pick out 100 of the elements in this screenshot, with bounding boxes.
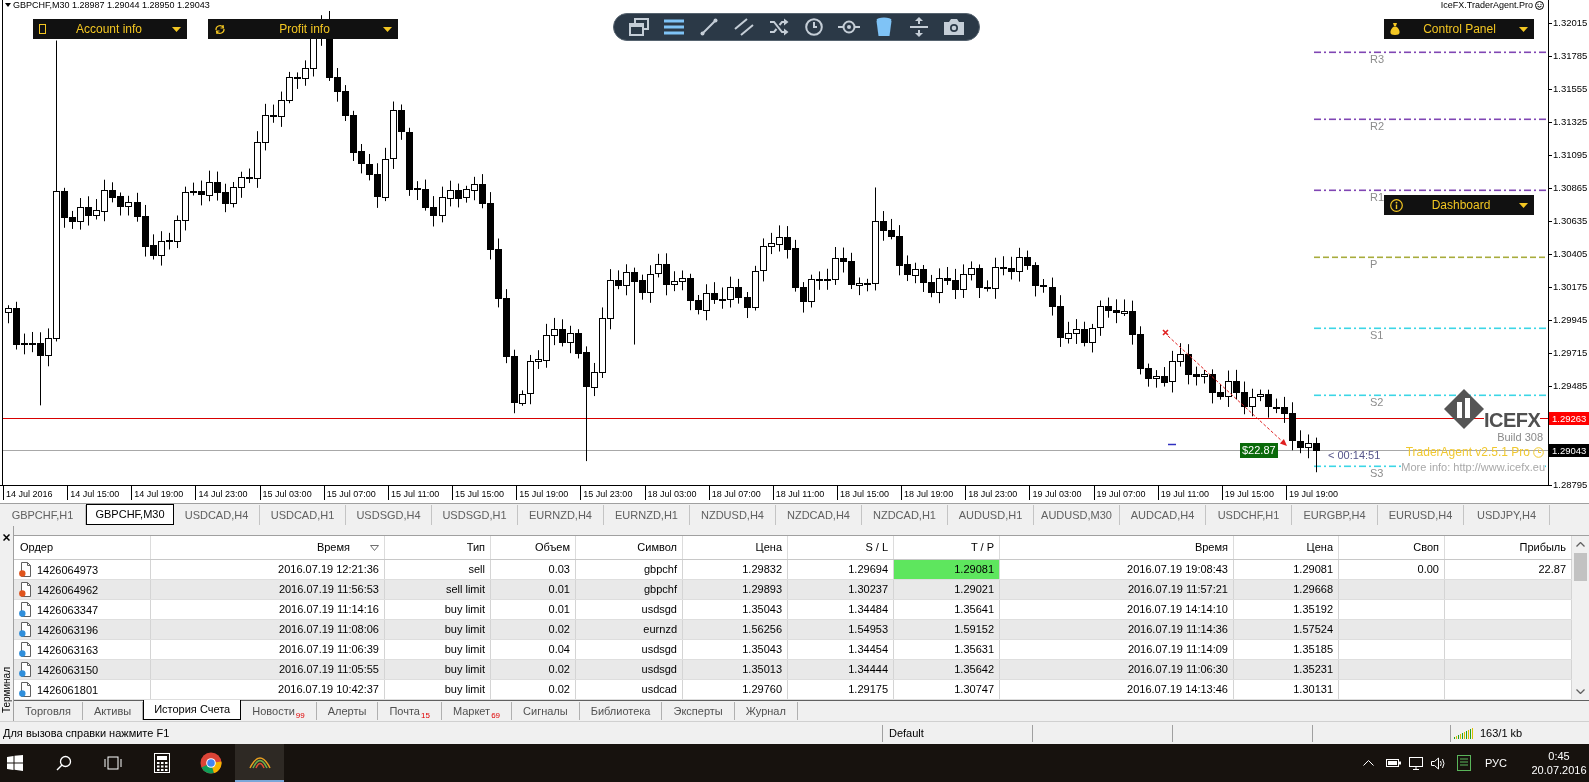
terminal-tab[interactable]: Сигналы xyxy=(512,702,580,720)
table-cell: 2016.07.19 19:08:43 xyxy=(1000,560,1234,579)
table-cell: 1.29175 xyxy=(788,680,894,699)
table-cell: 1426063347 xyxy=(37,602,99,617)
monitor-icon[interactable] xyxy=(1408,756,1423,770)
table-cell: 1.35043 xyxy=(683,600,788,619)
column-header[interactable]: S / L xyxy=(788,536,894,559)
table-cell: 1.30131 xyxy=(1234,680,1339,699)
caret-down-icon xyxy=(1519,26,1528,32)
symbol-tab[interactable]: NZDUSD,H4 xyxy=(690,505,776,525)
column-header[interactable]: Цена xyxy=(1234,536,1339,559)
table-row[interactable]: 1426063150 2016.07.19 11:05:55 buy limit 0.02 usdsgd 1.35013 1.34444 1.35642 2016.07.19 11:06:30 1.35231 xyxy=(14,660,1572,680)
build-label: Build 308 xyxy=(1497,431,1543,443)
terminal-tab[interactable]: Алерты xyxy=(316,702,379,720)
symbol-tab[interactable]: USDCAD,H4 xyxy=(174,505,260,525)
toolbar-button[interactable] xyxy=(626,16,652,38)
table-row[interactable]: 1426064973 2016.07.19 12:21:36 sell 0.03 gbpchf 1.29832 1.29694 1.29081 2016.07.19 19:08:43 1.29081 0.00 22.87 xyxy=(14,560,1572,580)
symbol-tab[interactable]: NZDCAD,H1 xyxy=(862,505,948,525)
table-row[interactable]: 1426063163 2016.07.19 11:06:39 buy limit 0.04 usdsgd 1.35043 1.34454 1.35631 2016.07.19 11:14:09 1.35185 xyxy=(14,640,1572,660)
symbol-tab[interactable]: AUDUSD,M30 xyxy=(1034,505,1120,525)
table-cell: 1.34454 xyxy=(788,640,894,659)
start-icon[interactable] xyxy=(7,755,23,771)
symbol-tab[interactable]: AUDUSD,H1 xyxy=(948,505,1034,525)
symbol-tab[interactable]: EURNZD,H4 xyxy=(518,505,604,525)
column-header[interactable]: Символ xyxy=(576,536,683,559)
column-header[interactable]: Время xyxy=(151,536,385,559)
column-header[interactable]: Время xyxy=(1000,536,1234,559)
symbol-tab[interactable]: EURUSD,H4 xyxy=(1378,505,1464,525)
dash-marker-icon xyxy=(1167,443,1177,446)
table-cell: 1426063163 xyxy=(37,642,99,657)
symbol-tab[interactable]: USDSGD,H4 xyxy=(346,505,432,525)
column-header[interactable]: Ордер xyxy=(14,536,151,559)
panel-dropdown[interactable]: Dashboard xyxy=(1384,195,1534,215)
symbol-tab[interactable]: AUDCAD,H4 xyxy=(1120,505,1206,525)
pivot-label: S1 xyxy=(1370,329,1384,341)
table-row[interactable]: 1426064962 2016.07.19 11:56:53 sell limit 0.01 gbpchf 1.29893 1.30237 1.29021 2016.07.19 11:57:21 1.29668 xyxy=(14,580,1572,600)
terminal-tab[interactable]: История Счета xyxy=(143,700,242,720)
clock-area[interactable]: 0:45 20.07.2016 xyxy=(1531,749,1587,777)
table-cell: 1.35043 xyxy=(683,640,788,659)
document-icon xyxy=(19,682,32,697)
battery-icon[interactable] xyxy=(1385,759,1401,767)
symbol-tab[interactable]: USDJPY,H4 xyxy=(1464,505,1550,525)
terminal-tab[interactable]: Журнал xyxy=(734,702,798,720)
table-cell: 0.00 xyxy=(1339,560,1445,579)
symbol-tab[interactable]: USDSGD,H1 xyxy=(432,505,518,525)
terminal-tab[interactable]: Библиотека xyxy=(579,702,663,720)
column-header[interactable]: Своп xyxy=(1339,536,1445,559)
browser-icon[interactable] xyxy=(199,752,222,774)
column-header[interactable]: Цена xyxy=(683,536,788,559)
toolbar-button[interactable] xyxy=(941,16,967,38)
chevron-up-icon[interactable] xyxy=(1362,760,1374,766)
info-text: More info: http://www.icefx.eu xyxy=(1401,461,1545,473)
speaker-icon[interactable] xyxy=(1430,756,1445,770)
symbol-tab[interactable]: NZDCAD,H4 xyxy=(776,505,862,525)
panel-dropdown[interactable]: Profit info xyxy=(208,19,398,39)
table-row[interactable]: 1426061801 2016.07.19 10:42:37 buy limit 0.02 usdcad 1.29760 1.29175 1.30747 2016.07.19 14:13:46 1.30131 xyxy=(14,680,1572,700)
panel-title: Терминал xyxy=(0,666,13,713)
search-icon[interactable] xyxy=(55,755,72,771)
notes-icon[interactable] xyxy=(1456,755,1471,771)
task-view-icon[interactable] xyxy=(103,755,122,771)
table-cell: buy limit xyxy=(385,660,491,679)
menu-icon xyxy=(663,19,685,35)
table-cell: 1.29081 xyxy=(894,560,1000,579)
clock-time: 0:45 xyxy=(1548,749,1570,763)
symbol-tab[interactable]: USDCHF,H1 xyxy=(1206,505,1292,525)
time-axis-label: 19 Jul 07:00 xyxy=(1093,486,1146,500)
column-header[interactable]: Тип xyxy=(385,536,491,559)
time-axis-label: 19 Jul 03:00 xyxy=(1029,486,1082,500)
time-axis-label: 19 Jul 19:00 xyxy=(1286,486,1339,500)
table-cell: 1426061801 xyxy=(37,682,99,697)
panel-dropdown[interactable]: Control Panel xyxy=(1384,19,1534,39)
symbol-tab[interactable]: EURGBP,H4 xyxy=(1292,505,1378,525)
table-cell: 1.34484 xyxy=(788,600,894,619)
table-cell: 1.35192 xyxy=(1234,600,1339,619)
scrollbar-thumb[interactable] xyxy=(1574,553,1587,581)
close-icon[interactable] xyxy=(3,534,10,541)
table-row[interactable]: 1426063347 2016.07.19 11:14:16 buy limit 0.01 usdsgd 1.35043 1.34484 1.35641 2016.07.19 14:14:10 1.35192 xyxy=(14,600,1572,620)
arcs-icon[interactable] xyxy=(248,754,271,770)
time-axis-label: 18 Jul 15:00 xyxy=(836,486,889,500)
terminal-tab[interactable]: Торговля xyxy=(14,702,83,720)
calculator-icon[interactable] xyxy=(153,753,170,773)
table-cell: 2016.07.19 14:14:10 xyxy=(1000,600,1234,619)
table-cell: 2016.07.19 11:06:30 xyxy=(1000,660,1234,679)
table-cell: 0.02 xyxy=(491,620,576,639)
table-cell: gbpchf xyxy=(576,580,683,599)
table-cell: 1.29760 xyxy=(683,680,788,699)
symbol-tab[interactable]: EURNZD,H1 xyxy=(604,505,690,525)
terminal-tab[interactable]: Эксперты xyxy=(662,702,735,720)
split-arrows-icon xyxy=(909,17,929,37)
symbol-tab[interactable]: GBPCHF,M30 xyxy=(86,504,174,525)
column-header[interactable]: Объем xyxy=(491,536,576,559)
indicator-title: IceFX.TraderAgent.Pro xyxy=(1440,0,1533,10)
language-indicator[interactable]: РУС xyxy=(1484,754,1507,772)
table-row[interactable]: 1426063196 2016.07.19 11:08:06 buy limit 0.02 eurnzd 1.56256 1.54953 1.59152 2016.07.19 11:14:36 1.57524 xyxy=(14,620,1572,640)
panel-dropdown[interactable]: Account info xyxy=(33,19,187,39)
table-cell: 2016.07.19 11:14:09 xyxy=(1000,640,1234,659)
column-header[interactable]: T / P xyxy=(894,536,1000,559)
table-cell: 1.57524 xyxy=(1234,620,1339,639)
refresh-icon xyxy=(214,23,226,35)
symbol-tab[interactable]: USDCAD,H1 xyxy=(260,505,346,525)
